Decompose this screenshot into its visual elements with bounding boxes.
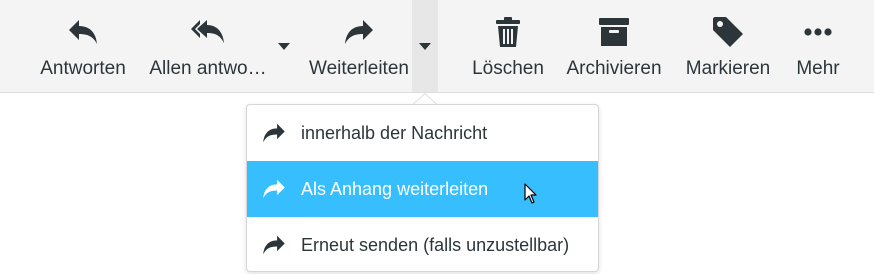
reply-button[interactable]: Antworten [34, 0, 132, 92]
menu-item-label: Erneut senden (falls unzustellbar) [301, 234, 570, 255]
archive-label: Archivieren [566, 58, 662, 79]
more-label: Mehr [796, 58, 840, 79]
message-toolbar: Antworten Allen antwo… Weiterleiten Lösc… [0, 0, 874, 93]
menu-item-forward-attachment[interactable]: Als Anhang weiterleiten [247, 161, 598, 217]
forward-icon [261, 178, 287, 200]
mark-button[interactable]: Markieren [682, 0, 774, 92]
reply-all-dropdown-toggle[interactable] [271, 0, 297, 92]
forward-icon [344, 16, 374, 48]
chevron-down-icon [419, 42, 431, 50]
chevron-down-icon [278, 42, 290, 50]
forward-dropdown-toggle[interactable] [412, 0, 438, 92]
archive-button[interactable]: Archivieren [563, 0, 665, 92]
reply-icon [68, 16, 98, 48]
reply-label: Antworten [40, 58, 126, 79]
menu-item-forward-inline[interactable]: innerhalb der Nachricht [247, 105, 598, 161]
reply-all-label: Allen antwo… [149, 58, 267, 79]
more-button[interactable]: Mehr [792, 0, 844, 92]
trash-icon [496, 16, 520, 48]
tag-icon [713, 16, 743, 48]
menu-pointer-fill [414, 94, 436, 104]
archive-icon [599, 16, 629, 48]
forward-options-menu: innerhalb der Nachricht Als Anhang weite… [246, 104, 599, 272]
menu-item-label: innerhalb der Nachricht [301, 122, 488, 143]
delete-button[interactable]: Löschen [467, 0, 549, 92]
mark-label: Markieren [685, 58, 771, 79]
menu-item-resend[interactable]: Erneut senden (falls unzustellbar) [247, 217, 598, 273]
menu-item-label: Als Anhang weiterleiten [301, 178, 489, 199]
delete-label: Löschen [472, 58, 544, 79]
mouse-pointer-icon [524, 183, 538, 210]
forward-button[interactable]: Weiterleiten [304, 0, 414, 92]
more-dots-icon [804, 16, 832, 48]
reply-all-icon [191, 16, 225, 48]
forward-icon [261, 122, 287, 144]
reply-all-button[interactable]: Allen antwo… [146, 0, 270, 92]
forward-icon [261, 234, 287, 256]
forward-label: Weiterleiten [309, 58, 409, 79]
